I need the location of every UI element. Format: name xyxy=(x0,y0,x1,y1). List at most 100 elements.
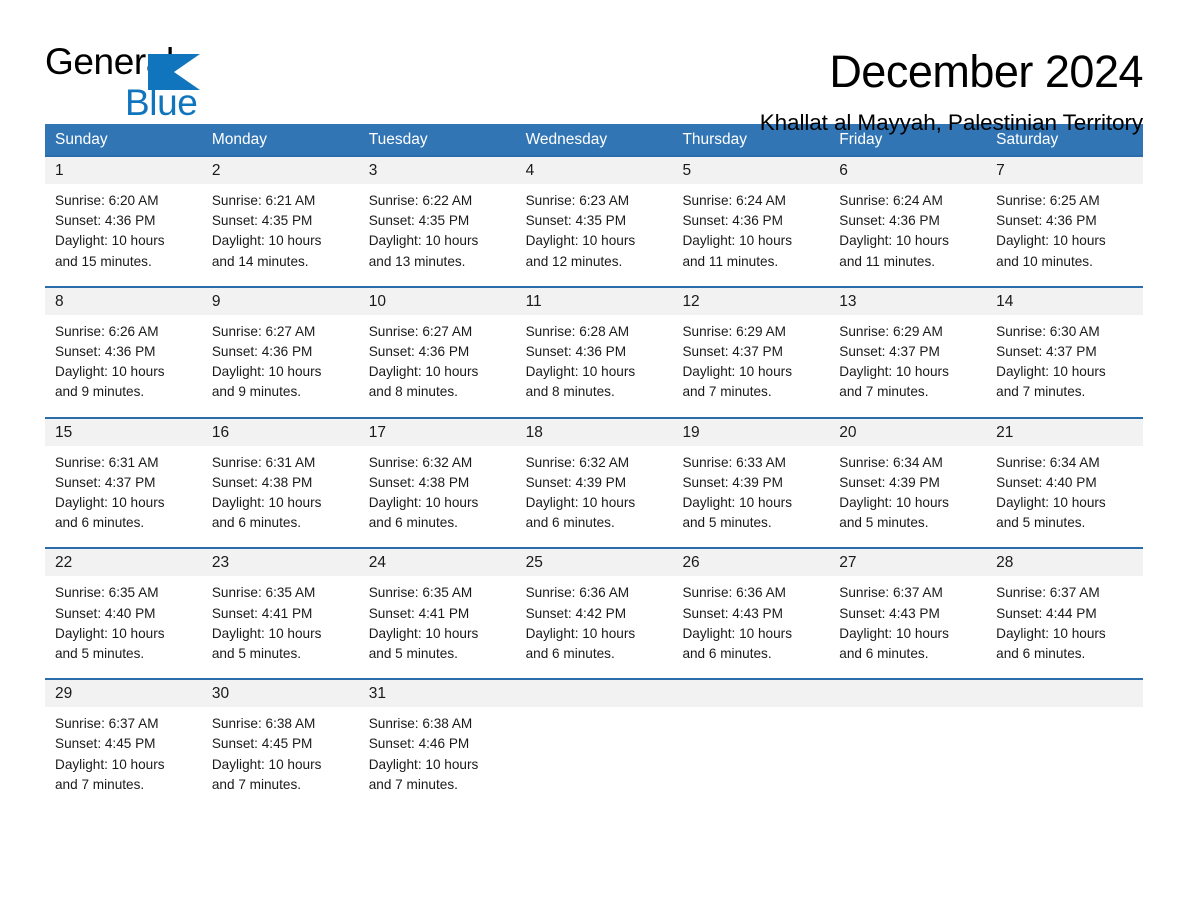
calendar-week-row: 15 Sunrise: 6:31 AM Sunset: 4:37 PM Dayligh… xyxy=(45,416,1144,548)
day-cell[interactable]: 4 Sunrise: 6:23 AM Sunset: 4:35 PM Daylight… xyxy=(515,157,673,286)
daylight-text-line1: Daylight: 10 hours xyxy=(996,495,1106,511)
daylight-text-line1: Daylight: 10 hours xyxy=(368,756,479,772)
daylight-text-line2: and 6 minutes. xyxy=(368,515,458,531)
day-number: 3 xyxy=(358,157,516,184)
day-cell[interactable]: 14 Sunrise: 6:30 AM Sunset: 4:37 PM Dayligh… xyxy=(986,287,1144,417)
day-cell[interactable]: 7 Sunrise: 6:25 AM Sunset: 4:36 PM Daylight… xyxy=(986,157,1144,286)
day-cell[interactable]: 16 Sunrise: 6:31 AM Sunset: 4:38 PM Dayligh… xyxy=(201,418,359,548)
day-info: Sunrise: 6:23 AM Sunset: 4:35 PM Daylight:… xyxy=(516,184,673,286)
day-cell[interactable]: 26 Sunrise: 6:36 AM Sunset: 4:43 PM Dayligh… xyxy=(672,549,830,678)
day-info: Sunrise: 6:31 AM Sunset: 4:37 PM Daylight:… xyxy=(45,446,202,548)
day-cell[interactable]: 13 Sunrise: 6:29 AM Sunset: 4:37 PM Dayligh… xyxy=(829,287,987,417)
daylight-text-line1: Daylight: 10 hours xyxy=(211,495,322,511)
day-cell[interactable]: 25 Sunrise: 6:36 AM Sunset: 4:42 PM Dayligh… xyxy=(515,549,673,678)
sunset-text: Sunset: 4:45 PM xyxy=(211,736,313,752)
day-cell[interactable]: 1 Sunrise: 6:20 AM Sunset: 4:36 PM Daylight… xyxy=(45,157,202,286)
daylight-text-line1: Daylight: 10 hours xyxy=(55,495,165,511)
sunrise-text: Sunrise: 6:20 AM xyxy=(55,193,159,208)
day-cell[interactable]: 27 Sunrise: 6:37 AM Sunset: 4:43 PM Dayligh… xyxy=(829,549,987,678)
daylight-text-line1: Daylight: 10 hours xyxy=(368,364,479,380)
daylight-text-line2: and 13 minutes. xyxy=(368,253,466,269)
day-cell[interactable]: 21 Sunrise: 6:34 AM Sunset: 4:40 PM Dayligh… xyxy=(986,418,1144,548)
sunrise-text: Sunrise: 6:35 AM xyxy=(368,585,473,601)
daylight-text-line1: Daylight: 10 hours xyxy=(839,495,949,511)
day-cell-empty xyxy=(672,680,830,811)
daylight-text-line1: Daylight: 10 hours xyxy=(996,625,1106,641)
day-number: 15 xyxy=(45,418,202,446)
day-cell[interactable]: 22 Sunrise: 6:35 AM Sunset: 4:40 PM Dayligh… xyxy=(45,549,202,678)
day-info: Sunrise: 6:24 AM Sunset: 4:36 PM Daylight:… xyxy=(829,184,986,286)
day-number xyxy=(515,680,673,708)
day-number: 23 xyxy=(201,549,359,577)
page-title: December 2024 xyxy=(829,46,1143,97)
sunset-text: Sunset: 4:41 PM xyxy=(368,605,470,621)
day-cell[interactable]: 18 Sunrise: 6:32 AM Sunset: 4:39 PM Dayligh… xyxy=(515,418,673,548)
daylight-text-line2: and 8 minutes. xyxy=(525,384,615,400)
sunrise-text: Sunrise: 6:28 AM xyxy=(525,323,630,339)
daylight-text-line1: Daylight: 10 hours xyxy=(368,625,479,641)
day-info: Sunrise: 6:32 AM Sunset: 4:38 PM Daylight:… xyxy=(359,446,516,548)
daylight-text-line2: and 14 minutes. xyxy=(211,253,309,269)
day-info: Sunrise: 6:27 AM Sunset: 4:36 PM Daylight:… xyxy=(202,315,359,417)
day-info: Sunrise: 6:35 AM Sunset: 4:41 PM Daylight:… xyxy=(202,576,359,678)
day-cell[interactable]: 3 Sunrise: 6:22 AM Sunset: 4:35 PM Daylight… xyxy=(358,157,516,286)
calendar-week-row: 29 Sunrise: 6:37 AM Sunset: 4:45 PM Dayligh… xyxy=(45,678,1144,811)
weekday-header-monday: Monday xyxy=(211,131,268,148)
daylight-text-line2: and 5 minutes. xyxy=(839,515,929,531)
day-cell[interactable]: 12 Sunrise: 6:29 AM Sunset: 4:37 PM Dayligh… xyxy=(672,287,830,417)
sunset-text: Sunset: 4:39 PM xyxy=(839,474,940,490)
daylight-text-line2: and 6 minutes. xyxy=(996,646,1086,662)
day-number: 8 xyxy=(45,287,202,315)
daylight-text-line2: and 7 minutes. xyxy=(682,384,772,400)
day-cell-empty xyxy=(515,680,673,811)
day-cell[interactable]: 11 Sunrise: 6:28 AM Sunset: 4:36 PM Dayligh… xyxy=(515,287,673,417)
weekday-header-wednesday: Wednesday xyxy=(525,131,608,148)
day-number: 16 xyxy=(201,418,359,446)
daylight-text-line1: Daylight: 10 hours xyxy=(55,364,165,380)
daylight-text-line2: and 7 minutes. xyxy=(368,776,458,792)
generalblue-logo[interactable]: General Blue xyxy=(45,42,275,123)
day-number: 13 xyxy=(829,287,987,315)
daylight-text-line1: Daylight: 10 hours xyxy=(211,756,322,772)
day-cell[interactable]: 19 Sunrise: 6:33 AM Sunset: 4:39 PM Dayligh… xyxy=(672,418,830,548)
day-cell[interactable]: 30 Sunrise: 6:38 AM Sunset: 4:45 PM Dayligh… xyxy=(201,680,359,811)
day-cell[interactable]: 2 Sunrise: 6:21 AM Sunset: 4:35 PM Daylight… xyxy=(201,157,359,286)
day-cell[interactable]: 9 Sunrise: 6:27 AM Sunset: 4:36 PM Daylight… xyxy=(201,287,359,417)
day-cell[interactable]: 17 Sunrise: 6:32 AM Sunset: 4:38 PM Dayligh… xyxy=(358,418,516,548)
day-number: 21 xyxy=(986,418,1144,446)
sunset-text: Sunset: 4:36 PM xyxy=(55,213,156,229)
day-cell[interactable]: 28 Sunrise: 6:37 AM Sunset: 4:44 PM Dayligh… xyxy=(986,549,1144,678)
sunrise-text: Sunrise: 6:27 AM xyxy=(368,323,473,339)
weekday-header-thursday: Thursday xyxy=(682,131,748,148)
sunrise-text: Sunrise: 6:29 AM xyxy=(682,323,786,339)
daylight-text-line2: and 7 minutes. xyxy=(996,384,1086,400)
day-cell[interactable]: 29 Sunrise: 6:37 AM Sunset: 4:45 PM Dayligh… xyxy=(45,680,202,811)
sunset-text: Sunset: 4:39 PM xyxy=(682,474,783,490)
daylight-text-line1: Daylight: 10 hours xyxy=(839,233,949,249)
day-cell[interactable]: 5 Sunrise: 6:24 AM Sunset: 4:36 PM Daylight… xyxy=(672,157,830,286)
day-cell[interactable]: 24 Sunrise: 6:35 AM Sunset: 4:41 PM Dayligh… xyxy=(358,549,516,678)
daylight-text-line1: Daylight: 10 hours xyxy=(55,233,165,249)
day-number: 24 xyxy=(358,549,516,577)
day-cell[interactable]: 20 Sunrise: 6:34 AM Sunset: 4:39 PM Dayligh… xyxy=(829,418,987,548)
day-cell[interactable]: 10 Sunrise: 6:27 AM Sunset: 4:36 PM Dayligh… xyxy=(358,287,516,417)
calendar-page: General Blue December 2024 Khallat al Ma… xyxy=(0,0,1188,918)
day-info: Sunrise: 6:38 AM Sunset: 4:46 PM Daylight:… xyxy=(359,707,516,811)
day-cell[interactable]: 31 Sunrise: 6:38 AM Sunset: 4:46 PM Dayligh… xyxy=(358,680,516,811)
day-cell[interactable]: 8 Sunrise: 6:26 AM Sunset: 4:36 PM Daylight… xyxy=(45,287,202,417)
sunrise-text: Sunrise: 6:31 AM xyxy=(55,454,159,470)
sunset-text: Sunset: 4:36 PM xyxy=(682,213,783,229)
sunset-text: Sunset: 4:35 PM xyxy=(525,213,627,229)
sunrise-text: Sunrise: 6:22 AM xyxy=(368,193,473,208)
day-cell-empty xyxy=(829,680,987,811)
day-info: Sunrise: 6:31 AM Sunset: 4:38 PM Daylight:… xyxy=(202,446,359,548)
day-number: 31 xyxy=(358,680,516,708)
day-info: Sunrise: 6:33 AM Sunset: 4:39 PM Daylight:… xyxy=(672,446,829,548)
daylight-text-line2: and 15 minutes. xyxy=(55,253,152,269)
day-number: 1 xyxy=(45,157,202,184)
day-cell[interactable]: 23 Sunrise: 6:35 AM Sunset: 4:41 PM Dayligh… xyxy=(201,549,359,678)
day-cell[interactable]: 15 Sunrise: 6:31 AM Sunset: 4:37 PM Dayligh… xyxy=(45,418,202,548)
day-cell[interactable]: 6 Sunrise: 6:24 AM Sunset: 4:36 PM Daylight… xyxy=(829,157,987,286)
day-number: 18 xyxy=(515,418,673,446)
day-number: 17 xyxy=(358,418,516,446)
